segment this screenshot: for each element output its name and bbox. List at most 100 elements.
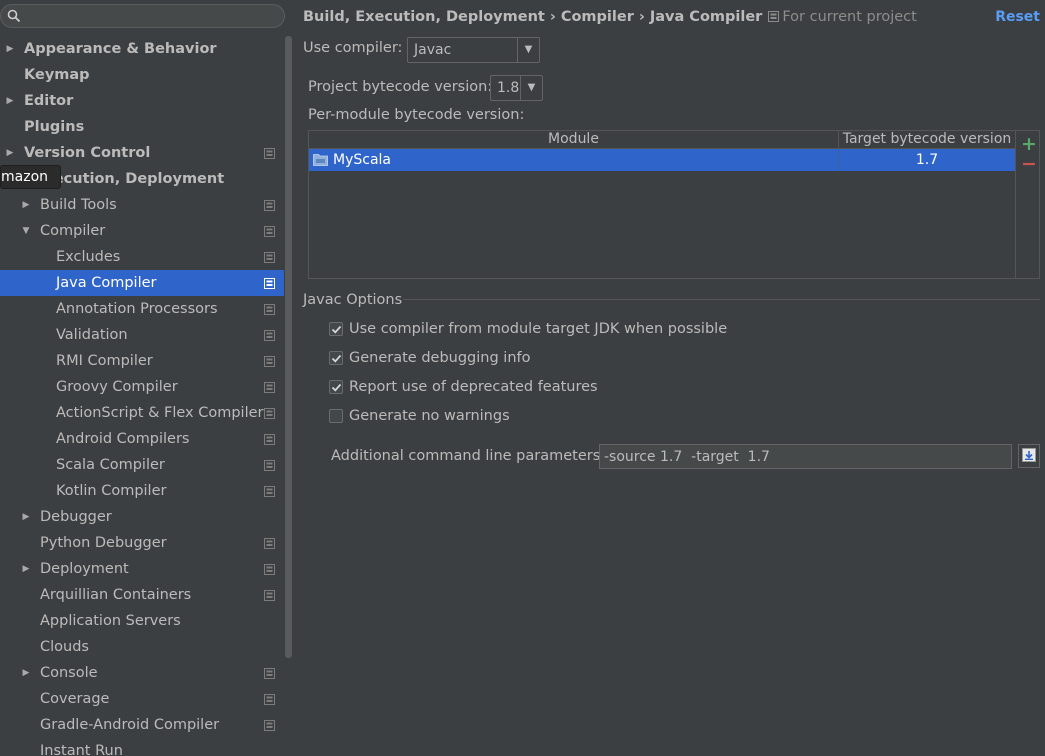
project-scope-icon xyxy=(264,330,275,341)
use-compiler-dropdown[interactable]: Javac ▼ xyxy=(407,37,540,63)
column-header-target-version[interactable]: Target bytecode version xyxy=(839,131,1015,149)
module-folder-icon xyxy=(313,154,328,166)
sidebar-item-label: Plugins xyxy=(24,119,85,135)
sidebar-item-label: Gradle-Android Compiler xyxy=(40,717,220,733)
collapsed-arrow-icon[interactable]: ▶ xyxy=(4,140,16,166)
breadcrumb-separator: › xyxy=(638,9,645,25)
sidebar-item-arquillian-containers[interactable]: Arquillian Containers xyxy=(0,582,284,608)
target-version-cell[interactable]: 1.7 xyxy=(839,149,1015,171)
scope-indicator: For current project xyxy=(768,9,917,25)
checkbox-checked[interactable] xyxy=(329,380,343,394)
sidebar-item-application-servers[interactable]: Application Servers xyxy=(0,608,284,634)
chevron-down-icon: ▼ xyxy=(520,76,542,100)
remove-icon[interactable]: − xyxy=(1021,155,1037,174)
expand-field-button[interactable] xyxy=(1018,444,1040,468)
breadcrumb-item: Build, Execution, Deployment xyxy=(303,9,545,25)
sidebar-item-validation[interactable]: Validation xyxy=(0,322,284,348)
sidebar-item-keymap[interactable]: Keymap xyxy=(0,62,284,88)
sidebar-item-excludes[interactable]: Excludes xyxy=(0,244,284,270)
sidebar-item-instant-run[interactable]: Instant Run xyxy=(0,738,284,756)
project-scope-icon xyxy=(264,278,275,289)
sidebar-item-label: Java Compiler xyxy=(56,275,157,291)
use-compiler-value: Javac xyxy=(414,42,452,58)
sidebar-item-annotation-processors[interactable]: Annotation Processors xyxy=(0,296,284,322)
checkbox-unchecked[interactable] xyxy=(329,409,343,423)
sidebar-item-console[interactable]: ▶ Console xyxy=(0,660,284,686)
sidebar-item-debugger[interactable]: ▶ Debugger xyxy=(0,504,284,530)
sidebar-item-android-compilers[interactable]: Android Compilers xyxy=(0,426,284,452)
project-bytecode-dropdown[interactable]: 1.8 ▼ xyxy=(490,75,543,101)
sidebar-item-label: Deployment xyxy=(40,561,129,577)
reset-link[interactable]: Reset xyxy=(995,7,1040,27)
table-row[interactable]: MyScala 1.7 xyxy=(309,149,1015,171)
sidebar-item-compiler[interactable]: ▼ Compiler xyxy=(0,218,284,244)
sidebar-item-label: ActionScript & Flex Compiler xyxy=(56,405,264,421)
javac-options-title: Javac Options xyxy=(303,292,403,308)
checkbox-checked[interactable] xyxy=(329,351,343,365)
sidebar-item-label: Appearance & Behavior xyxy=(24,41,217,57)
sidebar-item-plugins[interactable]: Plugins xyxy=(0,114,284,140)
sidebar-item-rmi-compiler[interactable]: RMI Compiler xyxy=(0,348,284,374)
add-icon[interactable]: + xyxy=(1021,135,1037,154)
sidebar-item-appearance-behavior[interactable]: ▶ Appearance & Behavior xyxy=(0,36,284,62)
settings-sidebar: ▶ Appearance & Behavior Keymap ▶ Editor Plugi… xyxy=(0,0,292,756)
sidebar-item-label: Validation xyxy=(56,327,128,343)
sidebar-item-label: Clouds xyxy=(40,639,89,655)
collapsed-arrow-icon[interactable]: ▶ xyxy=(20,192,32,218)
sidebar-item-clouds[interactable]: Clouds xyxy=(0,634,284,660)
chevron-down-icon: ▼ xyxy=(517,38,539,62)
project-scope-icon xyxy=(264,252,275,263)
sidebar-item-label: Instant Run xyxy=(40,743,123,756)
sidebar-item-java-compiler[interactable]: Java Compiler xyxy=(0,270,284,296)
table-toolbar: + − xyxy=(1015,131,1040,278)
project-scope-icon xyxy=(264,382,275,393)
project-scope-icon xyxy=(768,11,780,22)
project-scope-icon xyxy=(264,434,275,445)
breadcrumb-separator: › xyxy=(549,9,556,25)
sidebar-item-coverage[interactable]: Coverage xyxy=(0,686,284,712)
module-bytecode-table: Module Target bytecode version MyScala 1… xyxy=(308,130,1040,279)
sidebar-item-label: RMI Compiler xyxy=(56,353,153,369)
sidebar-item-scala-compiler[interactable]: Scala Compiler xyxy=(0,452,284,478)
expanded-arrow-icon[interactable]: ▼ xyxy=(20,218,32,244)
search-input[interactable] xyxy=(0,4,285,28)
project-scope-icon xyxy=(264,200,275,211)
params-input[interactable] xyxy=(599,444,1012,469)
sidebar-item-python-debugger[interactable]: Python Debugger xyxy=(0,530,284,556)
project-scope-icon xyxy=(264,590,275,601)
sidebar-scrollbar[interactable] xyxy=(285,36,292,658)
sidebar-item-groovy-compiler[interactable]: Groovy Compiler xyxy=(0,374,284,400)
checkbox-label: Generate debugging info xyxy=(349,350,531,366)
checkbox-checked[interactable] xyxy=(329,322,343,336)
sidebar-item-label: Compiler xyxy=(40,223,106,239)
breadcrumb-item: Java Compiler xyxy=(649,9,763,25)
sidebar-item-actionscript-flex-compiler[interactable]: ActionScript & Flex Compiler xyxy=(0,400,284,426)
sidebar-item-kotlin-compiler[interactable]: Kotlin Compiler xyxy=(0,478,284,504)
column-header-module[interactable]: Module xyxy=(309,131,839,149)
collapsed-arrow-icon[interactable]: ▶ xyxy=(20,660,32,686)
project-scope-icon xyxy=(264,720,275,731)
collapsed-arrow-icon[interactable]: ▶ xyxy=(20,556,32,582)
project-bytecode-value: 1.8 xyxy=(497,80,520,96)
sidebar-item-label: Python Debugger xyxy=(40,535,167,551)
breadcrumb-item: Compiler xyxy=(560,9,634,25)
collapsed-arrow-icon[interactable]: ▶ xyxy=(4,88,16,114)
settings-main-panel: Build, Execution, Deployment › Compiler › Ja… xyxy=(293,0,1045,756)
sidebar-item-editor[interactable]: ▶ Editor xyxy=(0,88,284,114)
collapsed-arrow-icon[interactable]: ▶ xyxy=(4,36,16,62)
module-cell[interactable]: MyScala xyxy=(309,149,839,171)
expand-icon xyxy=(1022,448,1036,462)
sidebar-item-version-control[interactable]: ▶ Version Control xyxy=(0,140,284,166)
sidebar-item-build-tools[interactable]: ▶ Build Tools xyxy=(0,192,284,218)
project-scope-icon xyxy=(264,226,275,237)
tooltip-text: mazon xyxy=(1,169,49,185)
sidebar-item-deployment[interactable]: ▶ Deployment xyxy=(0,556,284,582)
checkmark-icon xyxy=(331,354,342,363)
sidebar-item-label: Debugger xyxy=(40,509,112,525)
collapsed-arrow-icon[interactable]: ▶ xyxy=(20,504,32,530)
sidebar-item-label: Editor xyxy=(24,93,74,109)
sidebar-item-gradle-android-compiler[interactable]: Gradle-Android Compiler xyxy=(0,712,284,738)
project-scope-icon xyxy=(264,356,275,367)
checkbox-label: Generate no warnings xyxy=(349,408,510,424)
scope-text: For current project xyxy=(782,9,917,25)
